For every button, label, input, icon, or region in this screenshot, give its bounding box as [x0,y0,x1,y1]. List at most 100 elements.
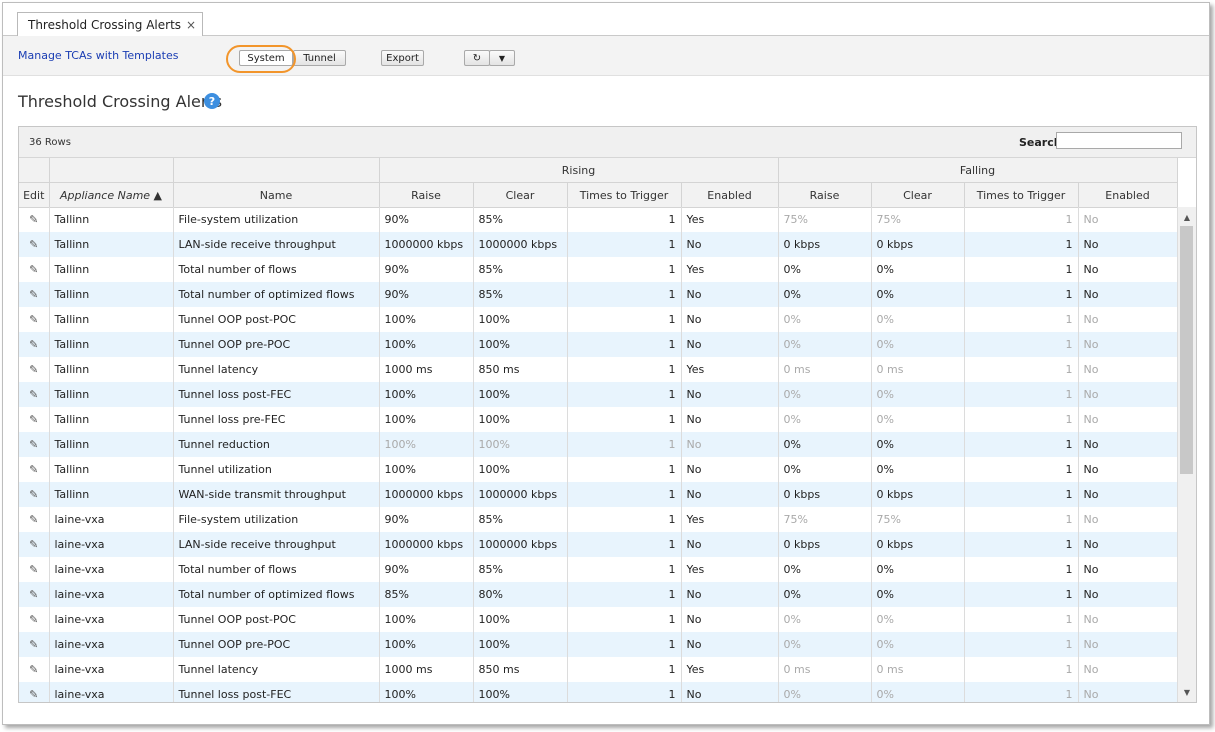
table-row[interactable]: ✎ laine-vxa Total number of optimized flow… [19,582,1177,607]
table-row[interactable]: ✎ Tallinn File-system utilization 90% 85% 1 Ye… [19,207,1177,232]
scroll-up-icon[interactable]: ▲ [1178,209,1196,225]
vertical-scrollbar[interactable]: ▲ ▼ [1177,207,1196,702]
table-row[interactable]: ✎ Tallinn Tunnel utilization 100% 100% 1 No 0% 0… [19,457,1177,482]
table-row[interactable]: ✎ Tallinn Tunnel loss pre-FEC 100% 100% 1 No 0%… [19,407,1177,432]
edit-icon[interactable]: ✎ [19,457,50,482]
cell-r-enabled: No [681,282,779,307]
manage-templates-link[interactable]: Manage TCAs with Templates [18,49,178,62]
col-appliance-name[interactable]: Appliance Name ▲ [49,182,174,208]
table-row[interactable]: ✎ Tallinn Tunnel reduction 100% 100% 1 No 0% 0% 1… [19,432,1177,457]
edit-icon[interactable]: ✎ [19,657,50,682]
col-falling-raise[interactable]: Raise [778,182,872,208]
table-row[interactable]: ✎ Tallinn Tunnel OOP pre-POC 100% 100% 1 No 0% 0… [19,332,1177,357]
cell-f-clear: 0% [871,607,965,632]
cell-f-times: 1 [964,282,1079,307]
col-rising-raise[interactable]: Raise [379,182,474,208]
cell-r-clear: 100% [473,382,568,407]
table-row[interactable]: ✎ laine-vxa Tunnel latency 1000 ms 850 ms 1 Ye… [19,657,1177,682]
spacer-header [19,158,50,183]
edit-icon[interactable]: ✎ [19,232,50,257]
col-falling-times[interactable]: Times to Trigger [964,182,1079,208]
edit-icon[interactable]: ✎ [19,307,50,332]
edit-icon[interactable]: ✎ [19,632,50,657]
tab-threshold-crossing-alerts[interactable]: Threshold Crossing Alerts × [17,12,204,37]
cell-f-raise: 75% [778,507,872,532]
cell-r-raise: 85% [379,582,474,607]
search-input[interactable] [1056,132,1182,149]
edit-icon[interactable]: ✎ [19,382,50,407]
edit-icon[interactable]: ✎ [19,432,50,457]
tunnel-button[interactable]: Tunnel [293,50,346,66]
table-row[interactable]: ✎ Tallinn Total number of optimized flows 9… [19,282,1177,307]
cell-r-enabled: No [681,457,779,482]
table-row[interactable]: ✎ laine-vxa Tunnel OOP pre-POC 100% 100% 1 No 0… [19,632,1177,657]
col-edit[interactable]: Edit [19,182,50,208]
close-icon[interactable]: × [186,18,196,32]
table-row[interactable]: ✎ Tallinn LAN-side receive throughput 10000… [19,232,1177,257]
col-name[interactable]: Name [173,182,380,208]
cell-name: Tunnel OOP pre-POC [173,632,380,657]
table-row[interactable]: ✎ Tallinn Tunnel latency 1000 ms 850 ms 1 Yes 0… [19,357,1177,382]
refresh-button[interactable]: ↻ [464,50,490,66]
edit-icon[interactable]: ✎ [19,482,50,507]
help-icon[interactable]: ? [204,93,220,109]
edit-icon[interactable]: ✎ [19,407,50,432]
cell-f-raise: 0 kbps [778,532,872,557]
tab-strip: Threshold Crossing Alerts × [3,3,1209,37]
cell-r-times: 1 [567,507,682,532]
table-row[interactable]: ✎ Tallinn Tunnel OOP post-POC 100% 100% 1 No 0%… [19,307,1177,332]
cell-r-clear: 80% [473,582,568,607]
table-row[interactable]: ✎ laine-vxa Total number of flows 90% 85% 1 Ye… [19,557,1177,582]
col-rising-clear[interactable]: Clear [473,182,568,208]
cell-f-times: 1 [964,232,1079,257]
edit-icon[interactable]: ✎ [19,532,50,557]
edit-icon[interactable]: ✎ [19,557,50,582]
col-falling-enabled[interactable]: Enabled [1078,182,1178,208]
cell-f-enabled: No [1078,232,1177,257]
export-button[interactable]: Export [381,50,424,66]
edit-icon[interactable]: ✎ [19,332,50,357]
edit-icon[interactable]: ✎ [19,282,50,307]
col-rising-times[interactable]: Times to Trigger [567,182,682,208]
cell-r-clear: 85% [473,207,568,232]
table-row[interactable]: ✎ Tallinn Tunnel loss post-FEC 100% 100% 1 No 0… [19,382,1177,407]
table-row[interactable]: ✎ Tallinn WAN-side transmit throughput 1000… [19,482,1177,507]
scrollbar-thumb[interactable] [1180,226,1193,474]
edit-icon[interactable]: ✎ [19,207,50,232]
edit-icon[interactable]: ✎ [19,507,50,532]
scroll-down-icon[interactable]: ▼ [1178,684,1196,700]
table-row[interactable]: ✎ Tallinn Total number of flows 90% 85% 1 Yes 0… [19,257,1177,282]
cell-name: Tunnel reduction [173,432,380,457]
edit-icon[interactable]: ✎ [19,682,50,702]
cell-f-raise: 0 kbps [778,482,872,507]
cell-f-raise: 0% [778,607,872,632]
cell-r-enabled: No [681,332,779,357]
cell-f-enabled: No [1078,657,1177,682]
cell-f-raise: 0% [778,382,872,407]
cell-r-raise: 100% [379,332,474,357]
cell-r-enabled: No [681,232,779,257]
table-row[interactable]: ✎ laine-vxa Tunnel OOP post-POC 100% 100% 1 No… [19,607,1177,632]
cell-r-clear: 100% [473,457,568,482]
chevron-down-icon: ▼ [498,53,506,63]
cell-r-raise: 100% [379,382,474,407]
col-falling-clear[interactable]: Clear [871,182,965,208]
cell-f-clear: 0% [871,332,965,357]
system-button[interactable]: System [239,50,293,66]
edit-icon[interactable]: ✎ [19,607,50,632]
cell-r-enabled: Yes [681,357,779,382]
cell-f-enabled: No [1078,257,1177,282]
table-row[interactable]: ✎ laine-vxa Tunnel loss post-FEC 100% 100% 1 N… [19,682,1177,702]
edit-icon[interactable]: ✎ [19,582,50,607]
cell-f-clear: 0% [871,407,965,432]
row-count: 36 Rows [29,137,71,148]
col-rising-enabled[interactable]: Enabled [681,182,779,208]
table-row[interactable]: ✎ laine-vxa File-system utilization 90% 85% 1… [19,507,1177,532]
edit-icon[interactable]: ✎ [19,357,50,382]
cell-r-clear: 100% [473,407,568,432]
table-row[interactable]: ✎ laine-vxa LAN-side receive throughput 100… [19,532,1177,557]
cell-appliance: laine-vxa [49,582,174,607]
cell-appliance: Tallinn [49,382,174,407]
refresh-options-dropdown[interactable]: ▼ [489,50,515,66]
edit-icon[interactable]: ✎ [19,257,50,282]
